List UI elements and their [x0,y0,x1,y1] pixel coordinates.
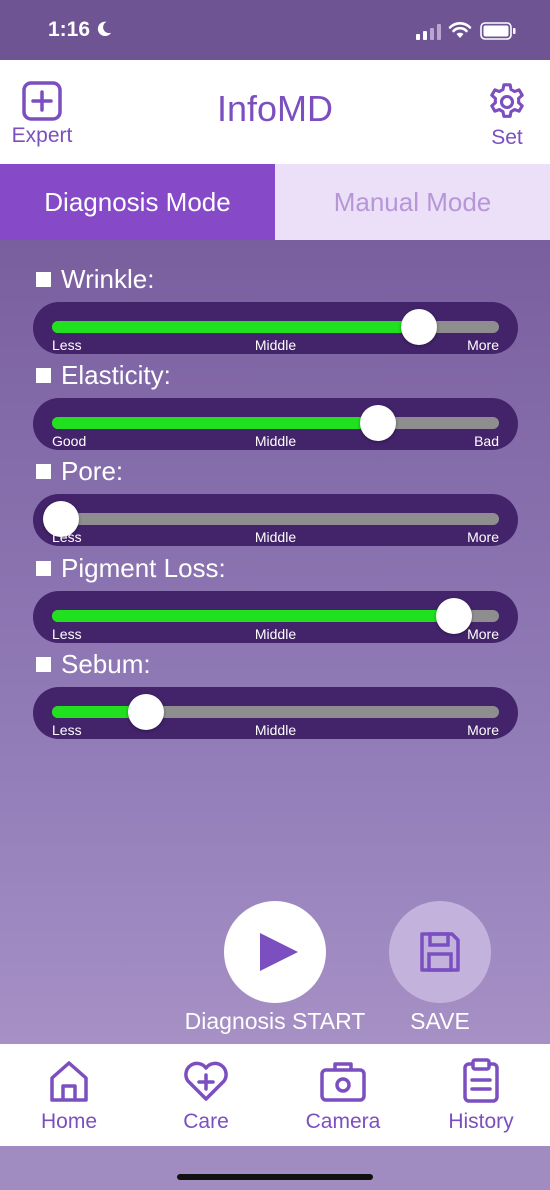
tick-high: More [467,722,499,738]
tick-mid: Middle [254,722,297,738]
tick-mid: Middle [254,433,297,449]
status-bar: 1:16 [0,0,550,60]
nav-care-label: Care [183,1110,229,1133]
param-title-sebum: Sebum: [36,649,151,680]
moon-icon [97,21,112,37]
slider-sebum[interactable]: Less Middle More [33,687,518,739]
tick-mid: Middle [254,626,297,642]
heart-plus-icon [184,1061,228,1101]
param-label: Elasticity: [61,360,171,390]
tab-manual-mode[interactable]: Manual Mode [275,164,550,240]
settings-button[interactable]: Set [472,80,542,160]
nav-care[interactable]: Care [146,1058,266,1134]
nav-camera[interactable]: Camera [283,1058,403,1134]
tab-diagnosis-mode[interactable]: Diagnosis Mode [0,164,275,240]
clipboard-icon [463,1058,499,1103]
param-title-wrinkle: Wrinkle: [36,264,154,295]
slider-fill [52,417,379,429]
slider-wrinkle[interactable]: Less Middle More [33,302,518,354]
param-label: Sebum: [61,649,151,679]
tick-high: More [467,529,499,545]
bullet-square-icon [36,561,51,576]
param-label: Pore: [61,456,124,486]
tick-mid: Middle [254,529,297,545]
status-time: 1:16 [48,18,91,41]
bullet-square-icon [36,657,51,672]
app-title: InfoMD [216,88,334,129]
nav-history[interactable]: History [421,1058,541,1134]
bullet-square-icon [36,464,51,479]
diagnosis-start-label: Diagnosis START [184,1008,366,1034]
nav-camera-label: Camera [305,1110,381,1133]
bottom-tab-bar: Home Care Camera History [0,1044,550,1146]
nav-home[interactable]: Home [9,1058,129,1134]
battery-icon [480,22,516,40]
nav-history-label: History [448,1110,514,1133]
save-icon [420,932,460,972]
home-indicator[interactable] [177,1174,373,1180]
tick-high: Bad [474,433,499,449]
slider-pore[interactable]: Less Middle More [33,494,518,546]
tick-mid: Middle [254,337,297,353]
param-title-pore: Pore: [36,456,123,487]
slider-track [52,309,499,345]
slider-fill [52,321,419,333]
slider-track [52,694,499,730]
home-icon [50,1061,88,1102]
slider-elasticity[interactable]: Good Middle Bad [33,398,518,450]
bullet-square-icon [36,368,51,383]
param-title-elasticity: Elasticity: [36,360,171,391]
slider-track [52,405,499,441]
bullet-square-icon [36,272,51,287]
save-button[interactable] [389,901,491,1003]
nav-home-label: Home [40,1110,98,1133]
mode-tabs: Diagnosis Mode Manual Mode [0,164,550,240]
wifi-icon [448,22,472,38]
app-header: Expert InfoMD Set [0,60,550,164]
gear-icon [490,83,524,118]
tick-high: More [467,337,499,353]
param-title-pigment-loss: Pigment Loss: [36,553,226,584]
slider-pigment-loss[interactable]: Less Middle More [33,591,518,643]
slider-fill [52,610,455,622]
param-label: Pigment Loss: [61,553,226,583]
tick-high: More [467,626,499,642]
signal-icon [416,24,441,40]
camera-icon [320,1062,366,1102]
settings-label: Set [491,126,523,149]
slider-track [52,598,499,634]
save-label: SAVE [410,1008,470,1034]
home-indicator-area [0,1146,550,1190]
play-icon [260,933,298,971]
param-label: Wrinkle: [61,264,155,294]
diagnosis-start-button[interactable] [224,901,326,1003]
slider-track [42,501,499,537]
